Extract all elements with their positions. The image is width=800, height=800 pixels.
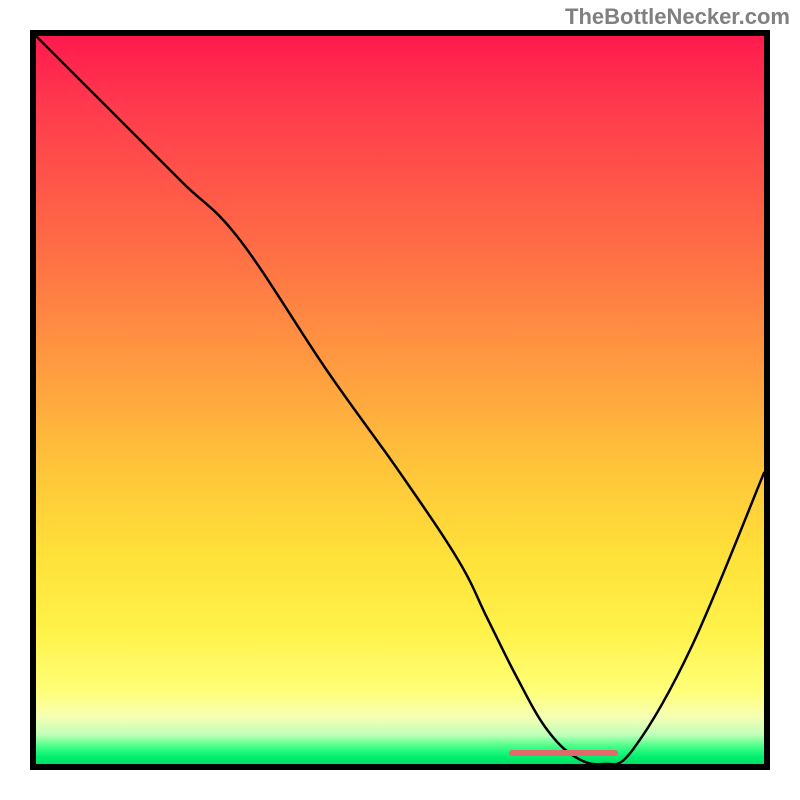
- bottleneck-curve: [36, 36, 764, 764]
- watermark-text: TheBottleNecker.com: [565, 4, 790, 30]
- chart-container: TheBottleNecker.com: [0, 0, 800, 800]
- optimal-range-marker: [509, 750, 618, 756]
- plot-area: [30, 30, 770, 770]
